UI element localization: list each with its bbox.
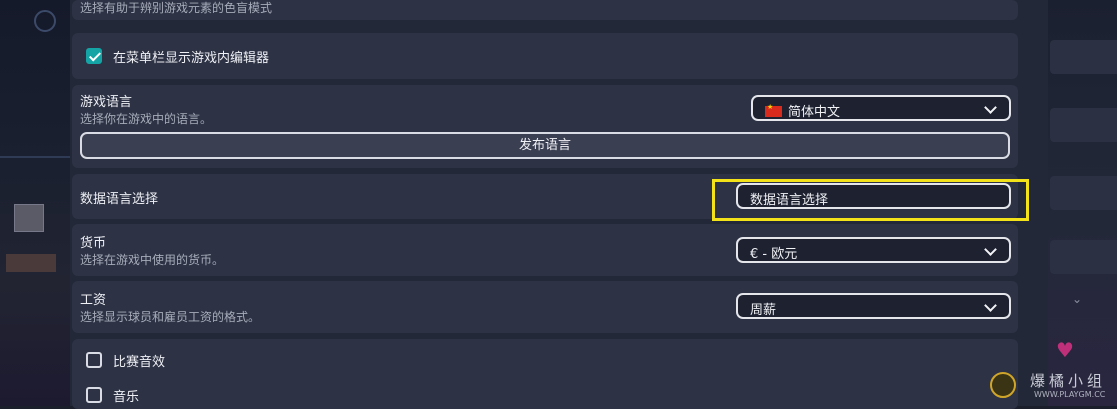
wage-description: 选择显示球员和雇员工资的格式。 bbox=[80, 310, 261, 324]
watermark-text: 爆橘小组 bbox=[1030, 372, 1107, 390]
match-sound-checkbox[interactable] bbox=[86, 352, 102, 368]
background-row bbox=[1050, 108, 1117, 142]
watermark: 爆橘小组 WWW.PLAYGM.CC bbox=[990, 368, 1115, 404]
audio-card bbox=[72, 339, 1018, 409]
game-language-dropdown[interactable]: 简体中文 bbox=[751, 95, 1011, 121]
background-row bbox=[1050, 176, 1117, 210]
game-language-title: 游戏语言 bbox=[80, 95, 133, 110]
wall-picture bbox=[14, 204, 44, 232]
game-language-selected: 简体中文 bbox=[788, 105, 841, 120]
currency-description: 选择在游戏中使用的货币。 bbox=[80, 253, 225, 267]
chevron-down-icon bbox=[984, 243, 997, 256]
club-logo-icon bbox=[34, 10, 56, 32]
background-row bbox=[1050, 240, 1117, 274]
watermark-url: WWW.PLAYGM.CC bbox=[1034, 390, 1106, 399]
chevron-down-icon: ⌄ bbox=[1072, 292, 1083, 306]
left-divider bbox=[0, 156, 70, 158]
heart-icon: ♥ bbox=[1056, 338, 1074, 362]
chevron-down-icon bbox=[984, 101, 997, 114]
color-mode-description: 选择有助于辨别游戏元素的色盲模式 bbox=[80, 1, 273, 15]
editor-checkbox-label: 在菜单栏显示游戏内编辑器 bbox=[113, 51, 270, 66]
background-row bbox=[1050, 40, 1117, 74]
editor-checkbox[interactable] bbox=[86, 48, 102, 64]
data-language-title: 数据语言选择 bbox=[80, 192, 159, 207]
publish-language-button[interactable]: 发布语言 bbox=[80, 132, 1010, 159]
chevron-down-icon bbox=[984, 299, 997, 312]
currency-title: 货币 bbox=[80, 236, 107, 251]
wage-dropdown[interactable]: 周薪 bbox=[736, 293, 1011, 319]
currency-dropdown[interactable]: € - 欧元 bbox=[736, 237, 1011, 263]
game-language-description: 选择你在游戏中的语言。 bbox=[80, 112, 213, 126]
music-label: 音乐 bbox=[113, 390, 140, 405]
music-checkbox[interactable] bbox=[86, 387, 102, 403]
match-sound-label: 比赛音效 bbox=[113, 355, 166, 370]
wage-selected: 周薪 bbox=[750, 303, 777, 318]
watermark-logo-icon bbox=[990, 372, 1016, 398]
china-flag-icon bbox=[765, 103, 782, 117]
left-background bbox=[0, 0, 70, 406]
wage-title: 工资 bbox=[80, 293, 107, 308]
currency-selected: € - 欧元 bbox=[750, 247, 798, 262]
shelf-books bbox=[6, 254, 56, 272]
highlight-box bbox=[712, 179, 1029, 221]
